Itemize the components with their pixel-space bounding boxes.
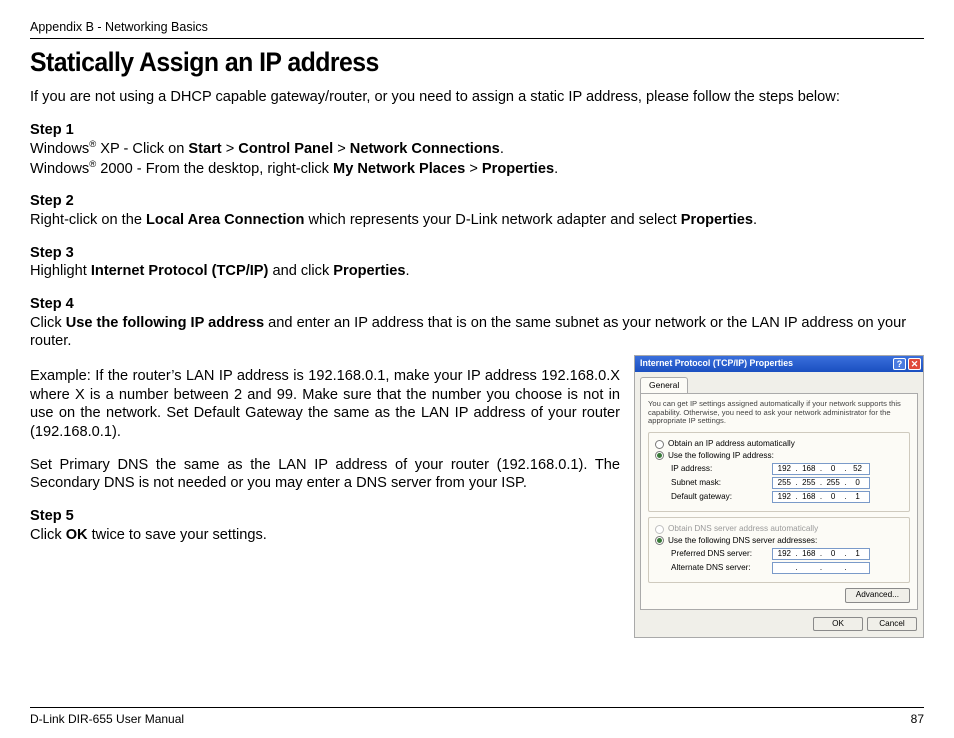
dialog-title: Internet Protocol (TCP/IP) Properties xyxy=(640,358,793,369)
tab-pane-general: You can get IP settings assigned automat… xyxy=(640,393,918,610)
intro-paragraph: If you are not using a DHCP capable gate… xyxy=(30,88,924,107)
dialog-description: You can get IP settings assigned automat… xyxy=(648,400,910,426)
text: twice to save your settings. xyxy=(88,527,267,543)
text: 2000 - From the desktop, right-click xyxy=(96,161,333,177)
bold-use-following: Use the following IP address xyxy=(66,315,264,331)
bold-properties: Properties xyxy=(681,212,753,228)
radio-label: Obtain DNS server address automatically xyxy=(668,524,818,535)
step-4-intro: Step 4 Click Use the following IP addres… xyxy=(30,295,924,351)
step-1-label: Step 1 xyxy=(30,122,74,138)
step-3-label: Step 3 xyxy=(30,245,74,261)
field-label: Default gateway: xyxy=(671,492,766,503)
radio-icon xyxy=(655,451,664,460)
ok-button[interactable]: OK xyxy=(813,617,863,632)
field-alternate-dns: Alternate DNS server: ... xyxy=(671,562,903,574)
text: . xyxy=(405,263,409,279)
bold-control-panel: Control Panel xyxy=(238,141,333,157)
bold-tcpip: Internet Protocol (TCP/IP) xyxy=(91,263,269,279)
advanced-button[interactable]: Advanced... xyxy=(845,588,910,603)
subnet-mask-input[interactable]: 255.255.255.0 xyxy=(772,477,870,489)
text: XP - Click on xyxy=(96,141,188,157)
field-default-gateway: Default gateway: 192.168.0.1 xyxy=(671,491,903,503)
field-ip-address: IP address: 192.168.0.52 xyxy=(671,463,903,475)
cancel-button[interactable]: Cancel xyxy=(867,617,917,632)
tab-row: General xyxy=(636,373,922,393)
step-5-label: Step 5 xyxy=(30,508,74,524)
text: . xyxy=(500,141,504,157)
field-label: Subnet mask: xyxy=(671,478,766,489)
text: which represents your D-Link network ada… xyxy=(304,212,680,228)
preferred-dns-input[interactable]: 192.168.0.1 xyxy=(772,548,870,560)
radio-label: Obtain an IP address automatically xyxy=(668,439,795,450)
advanced-row: Advanced... xyxy=(648,588,910,603)
text: > xyxy=(222,141,239,157)
bold-properties: Properties xyxy=(333,263,405,279)
header-rule xyxy=(30,38,924,39)
bold-network-connections: Network Connections xyxy=(350,141,500,157)
step-4-label: Step 4 xyxy=(30,296,74,312)
ip-address-input[interactable]: 192.168.0.52 xyxy=(772,463,870,475)
radio-label: Use the following IP address: xyxy=(668,451,774,462)
help-button[interactable]: ? xyxy=(893,358,906,370)
step-2: Step 2 Right-click on the Local Area Con… xyxy=(30,192,924,229)
step-5: Step 5 Click OK twice to save your setti… xyxy=(30,507,620,544)
dns-group: Obtain DNS server address automatically … xyxy=(648,517,910,583)
field-subnet-mask: Subnet mask: 255.255.255.0 xyxy=(671,477,903,489)
footer-left: D-Link DIR-655 User Manual xyxy=(30,712,184,726)
alternate-dns-input[interactable]: ... xyxy=(772,562,870,574)
text: Windows xyxy=(30,141,89,157)
step-4-example-2: Set Primary DNS the same as the LAN IP a… xyxy=(30,456,620,493)
header-appendix: Appendix B - Networking Basics xyxy=(30,20,924,36)
dialog-titlebar[interactable]: Internet Protocol (TCP/IP) Properties ? … xyxy=(635,356,923,372)
bold-my-network-places: My Network Places xyxy=(333,161,465,177)
ip-group: Obtain an IP address automatically Use t… xyxy=(648,432,910,512)
page-title: Statically Assign an IP address xyxy=(30,47,852,78)
step-2-label: Step 2 xyxy=(30,193,74,209)
field-preferred-dns: Preferred DNS server: 192.168.0.1 xyxy=(671,548,903,560)
left-column: Example: If the router’s LAN IP address … xyxy=(30,355,620,558)
bold-properties: Properties xyxy=(482,161,554,177)
footer: D-Link DIR-655 User Manual 87 xyxy=(30,707,924,726)
step-4-example-1: Example: If the router’s LAN IP address … xyxy=(30,367,620,442)
text: Click xyxy=(30,527,66,543)
bold-start: Start xyxy=(188,141,221,157)
text: Highlight xyxy=(30,263,91,279)
tcpip-properties-dialog: Internet Protocol (TCP/IP) Properties ? … xyxy=(634,355,924,638)
footer-page: 87 xyxy=(911,712,924,726)
field-label: Preferred DNS server: xyxy=(671,549,766,560)
text: Right-click on the xyxy=(30,212,146,228)
radio-icon xyxy=(655,440,664,449)
field-label: Alternate DNS server: xyxy=(671,563,766,574)
radio-use-dns[interactable]: Use the following DNS server addresses: xyxy=(655,536,903,547)
radio-icon xyxy=(655,536,664,545)
dialog-button-row: OK Cancel xyxy=(636,614,922,637)
step-1: Step 1 Windows® XP - Click on Start > Co… xyxy=(30,121,924,179)
text: . xyxy=(554,161,558,177)
tab-general[interactable]: General xyxy=(640,377,688,393)
text: > xyxy=(333,141,350,157)
radio-icon xyxy=(655,525,664,534)
field-label: IP address: xyxy=(671,464,766,475)
text: Windows xyxy=(30,161,89,177)
body-text: If you are not using a DHCP capable gate… xyxy=(30,88,924,638)
content-row: Example: If the router’s LAN IP address … xyxy=(30,355,924,638)
text: > xyxy=(465,161,482,177)
radio-label: Use the following DNS server addresses: xyxy=(668,536,817,547)
dialog-body: General You can get IP settings assigned… xyxy=(635,372,923,637)
bold-ok: OK xyxy=(66,527,88,543)
close-button[interactable]: ✕ xyxy=(908,358,921,370)
radio-use-ip[interactable]: Use the following IP address: xyxy=(655,451,903,462)
text: and click xyxy=(268,263,333,279)
step-3: Step 3 Highlight Internet Protocol (TCP/… xyxy=(30,244,924,281)
bold-lac: Local Area Connection xyxy=(146,212,304,228)
default-gateway-input[interactable]: 192.168.0.1 xyxy=(772,491,870,503)
text: Click xyxy=(30,315,66,331)
radio-obtain-dns: Obtain DNS server address automatically xyxy=(655,524,903,535)
text: . xyxy=(753,212,757,228)
radio-obtain-ip[interactable]: Obtain an IP address automatically xyxy=(655,439,903,450)
